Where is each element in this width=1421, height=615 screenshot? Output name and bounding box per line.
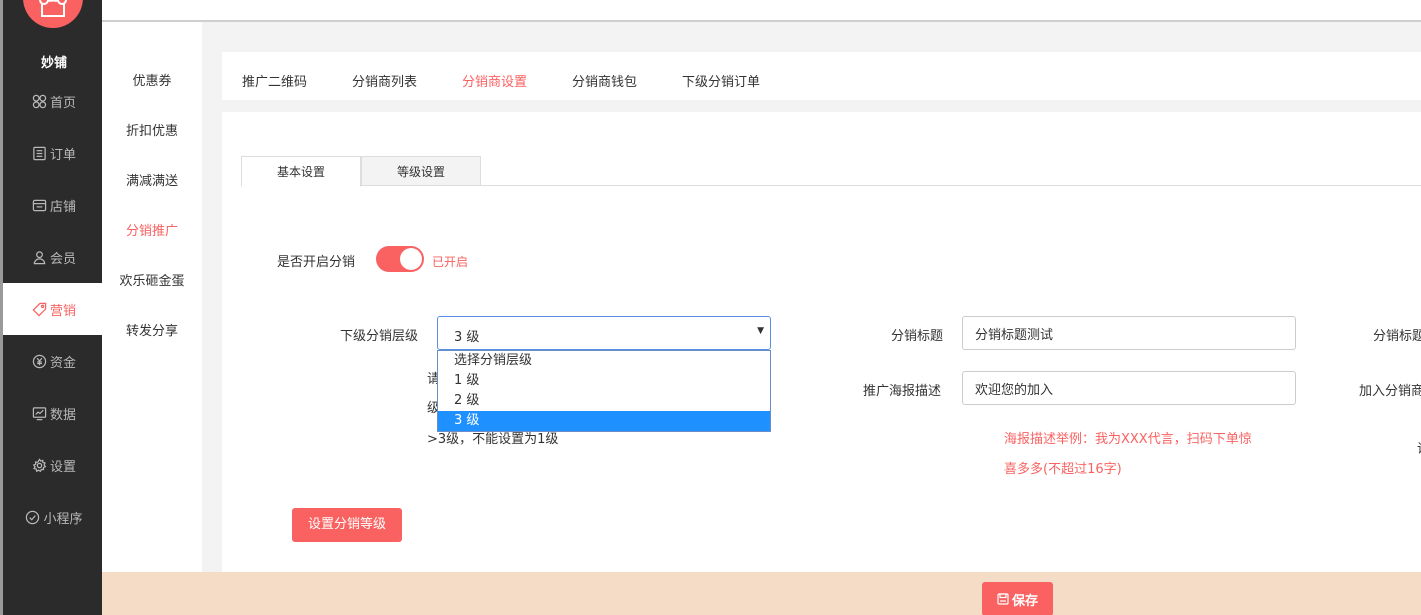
title-label: 分销标题 — [891, 329, 944, 344]
level-option[interactable]: 选择分销层级 — [438, 351, 770, 371]
subnav-item-full-reduction[interactable]: 满减满送 — [102, 170, 202, 189]
tab-distributor-wallet[interactable]: 分销商钱包 — [572, 71, 637, 90]
level-option[interactable]: 2 级 — [438, 391, 770, 411]
nav-item-funds[interactable]: 资金 — [3, 335, 105, 387]
home-icon — [32, 94, 47, 108]
nav-item-shop[interactable]: 店铺 — [3, 179, 105, 231]
nav-item-settings[interactable]: 设置 — [3, 439, 105, 491]
tag-icon — [32, 302, 47, 316]
right-desc-label: 说 — [1417, 438, 1421, 457]
tab-sub-orders[interactable]: 下级分销订单 — [682, 71, 760, 90]
level-select-value: 3 级 — [454, 330, 480, 345]
save-button[interactable]: 保存 — [982, 582, 1053, 615]
nav-item-miniprogram[interactable]: 小程序 — [3, 491, 105, 543]
nav-label: 会员 — [49, 251, 76, 267]
title-input[interactable] — [963, 317, 1295, 349]
nav-label: 设置 — [49, 459, 76, 475]
toggle-knob — [400, 248, 422, 270]
miniprogram-icon — [26, 510, 40, 524]
money-icon — [32, 354, 47, 368]
poster-field[interactable] — [962, 371, 1296, 405]
save-bar: 保存 — [102, 572, 1421, 615]
level-option-selected[interactable]: 3 级 — [438, 411, 770, 431]
level-label: 下级分销层级 — [340, 329, 419, 344]
nav-label: 首页 — [49, 95, 76, 111]
order-icon — [33, 146, 46, 160]
chevron-down-icon: ▼ — [757, 326, 764, 336]
chart-icon — [32, 406, 47, 420]
subnav-item-share[interactable]: 转发分享 — [102, 320, 202, 339]
set-level-button[interactable]: 设置分销等级 — [292, 508, 402, 542]
level-option[interactable]: 1 级 — [438, 371, 770, 391]
enable-state: 已开启 — [432, 255, 469, 269]
main-sidebar: 妙铺 首页 订单 店铺 会员 营销 资金 数据 设置 小程序 — [0, 0, 105, 615]
shop-icon — [32, 199, 47, 211]
title-field[interactable] — [962, 316, 1296, 350]
store-icon — [39, 0, 67, 17]
tab-qrcode[interactable]: 推广二维码 — [242, 71, 307, 90]
enable-label: 是否开启分销 — [277, 255, 356, 270]
floppy-icon — [997, 593, 1009, 605]
nav-item-marketing[interactable]: 营销 — [3, 283, 105, 335]
poster-hint-1: 海报描述举例：我为XXX代言，扫码下单惊 — [1004, 432, 1252, 447]
poster-label: 推广海报描述 — [863, 384, 942, 399]
marketing-subnav: 优惠券 折扣优惠 满减满送 分销推广 欢乐砸金蛋 转发分享 — [102, 22, 202, 572]
poster-hint-2: 喜多多(不超过16字) — [1004, 462, 1122, 477]
save-label: 保存 — [1011, 593, 1038, 609]
right-title-label: 分销标题 — [1373, 329, 1421, 344]
nav-label: 数据 — [49, 407, 76, 423]
poster-input[interactable] — [963, 372, 1295, 404]
subtab-basic[interactable]: 基本设置 — [241, 156, 361, 187]
brand-name: 妙铺 — [40, 56, 67, 71]
shop-logo[interactable] — [23, 0, 83, 28]
top-bar — [102, 0, 1421, 22]
level-dropdown[interactable]: 选择分销层级 1 级 2 级 3 级 — [437, 350, 771, 432]
nav-label: 营销 — [49, 303, 76, 319]
subnav-item-golden-egg[interactable]: 欢乐砸金蛋 — [102, 270, 202, 289]
right-join-label: 加入分销商 — [1359, 384, 1421, 399]
tab-distributor-list[interactable]: 分销商列表 — [352, 71, 417, 90]
tab-distributor-settings[interactable]: 分销商设置 — [462, 71, 527, 90]
member-icon — [33, 250, 46, 264]
enable-toggle[interactable] — [376, 246, 424, 272]
nav-label: 店铺 — [49, 199, 76, 215]
nav-label: 资金 — [49, 355, 76, 371]
nav-item-orders[interactable]: 订单 — [3, 127, 105, 179]
subnav-item-coupon[interactable]: 优惠券 — [102, 70, 202, 89]
subnav-item-discount[interactable]: 折扣优惠 — [102, 120, 202, 139]
level-select[interactable]: 3 级 ▼ — [437, 316, 771, 350]
nav-label: 小程序 — [43, 511, 83, 527]
tab-bar: 推广二维码 分销商列表 分销商设置 分销商钱包 下级分销订单 — [222, 52, 1421, 100]
subnav-item-distribution[interactable]: 分销推广 — [102, 220, 202, 239]
nav-item-members[interactable]: 会员 — [3, 231, 105, 283]
subtab-level[interactable]: 等级设置 — [361, 156, 481, 186]
nav-item-home[interactable]: 首页 — [3, 75, 105, 127]
gear-icon — [32, 457, 47, 472]
nav-item-data[interactable]: 数据 — [3, 387, 105, 439]
settings-panel: 基本设置 等级设置 是否开启分销 已开启 下级分销层级 3 级 ▼ 选择分销层级… — [222, 112, 1421, 572]
nav-label: 订单 — [49, 147, 76, 163]
